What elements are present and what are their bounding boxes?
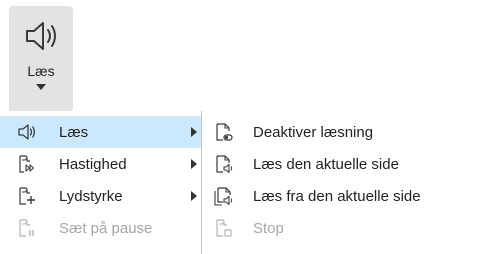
- read-submenu: Deaktiver læsning Læs den aktuelle side …: [202, 111, 485, 254]
- submenu-item-stop: Stop: [202, 212, 485, 244]
- menu-item-read[interactable]: Læs: [0, 116, 201, 148]
- disable-reading-icon: [216, 123, 233, 141]
- menu-item-label: Læs: [59, 123, 89, 141]
- menu-item-label: Sæt på pause: [59, 219, 153, 237]
- read-dropdown-menu: Læs Hastighed Lydstyrke Sæt på pause: [0, 111, 202, 254]
- submenu-item-read-current-page[interactable]: Læs den aktuelle side: [202, 148, 485, 180]
- submenu-item-label: Deaktiver læsning: [253, 123, 374, 141]
- read-aloud-ribbon-button[interactable]: Læs: [9, 6, 73, 112]
- speaker-icon: [26, 22, 56, 50]
- read-page-icon: [216, 155, 233, 174]
- chevron-right-icon: [191, 191, 197, 201]
- menu-item-label: Hastighed: [59, 155, 127, 173]
- speaker-icon: [18, 124, 36, 140]
- read-from-page-icon: [214, 187, 233, 206]
- speed-icon: [19, 155, 35, 173]
- pause-icon: [19, 219, 34, 237]
- submenu-item-disable-reading[interactable]: Deaktiver læsning: [202, 116, 485, 148]
- volume-icon: [19, 187, 35, 205]
- stop-icon: [216, 219, 232, 237]
- submenu-item-label: Læs fra den aktuelle side: [253, 187, 421, 205]
- read-button-label: Læs: [27, 63, 55, 79]
- chevron-right-icon: [191, 127, 197, 137]
- menu-item-volume[interactable]: Lydstyrke: [0, 180, 201, 212]
- chevron-right-icon: [191, 159, 197, 169]
- chevron-down-icon[interactable]: [36, 84, 46, 90]
- menu-item-label: Lydstyrke: [59, 187, 123, 205]
- menu-item-pause: Sæt på pause: [0, 212, 201, 244]
- menu-item-speed[interactable]: Hastighed: [0, 148, 201, 180]
- submenu-item-label: Stop: [253, 219, 284, 237]
- submenu-item-read-from-current-page[interactable]: Læs fra den aktuelle side: [202, 180, 485, 212]
- submenu-item-label: Læs den aktuelle side: [253, 155, 399, 173]
